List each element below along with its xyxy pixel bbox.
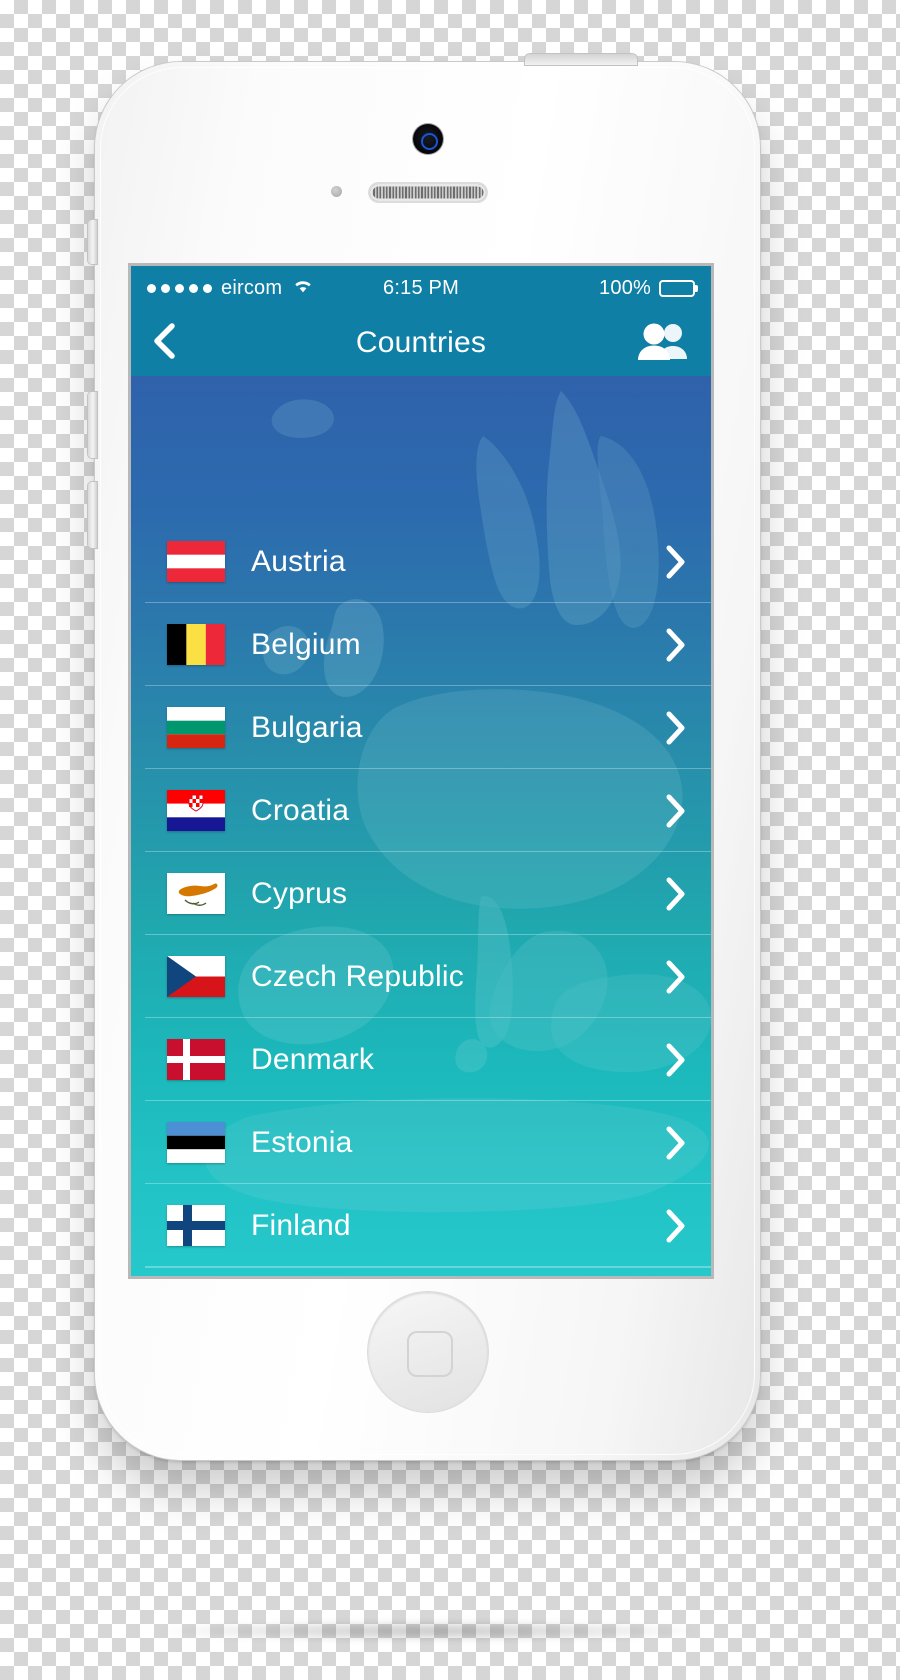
chevron-right-icon[interactable] xyxy=(663,1042,689,1078)
flag-denmark xyxy=(167,1039,225,1080)
flag-cyprus xyxy=(167,873,225,914)
status-right-group: 100% xyxy=(599,276,698,300)
proximity-sensor-icon xyxy=(331,186,342,197)
people-icon xyxy=(637,321,691,366)
country-name: Finland xyxy=(251,1208,351,1242)
list-bottom-partial-row xyxy=(131,1267,711,1276)
device-drop-shadow xyxy=(150,1620,710,1642)
flag-finland xyxy=(167,1205,225,1246)
screenshot-canvas: eircom 6:15 PM 100% Countries Austria Be… xyxy=(0,0,900,1680)
power-button[interactable] xyxy=(525,54,637,65)
chevron-right-icon[interactable] xyxy=(663,627,689,663)
battery-icon xyxy=(659,279,698,297)
list-item[interactable]: Czech Republic xyxy=(131,935,711,1018)
earpiece-speaker-icon xyxy=(369,184,486,201)
chevron-right-icon[interactable] xyxy=(663,959,689,995)
list-item[interactable]: Estonia xyxy=(131,1101,711,1184)
flag-czech-republic xyxy=(167,956,225,997)
volume-up-button[interactable] xyxy=(88,392,97,458)
chevron-right-icon[interactable] xyxy=(663,793,689,829)
country-name: Bulgaria xyxy=(251,710,363,744)
flag-austria xyxy=(167,541,225,582)
phone-screen: eircom 6:15 PM 100% Countries Austria Be… xyxy=(131,266,711,1276)
country-name: Estonia xyxy=(251,1125,353,1159)
country-name: Croatia xyxy=(251,793,350,827)
people-button[interactable] xyxy=(637,321,691,366)
chevron-right-icon[interactable] xyxy=(663,544,689,580)
country-name: Czech Republic xyxy=(251,959,464,993)
signal-strength-icon xyxy=(147,283,212,293)
volume-down-button[interactable] xyxy=(88,482,97,548)
list-item[interactable]: Finland xyxy=(131,1184,711,1267)
home-button[interactable] xyxy=(367,1292,488,1412)
battery-percent-label: 100% xyxy=(599,276,651,299)
country-list[interactable]: Austria Belgium Bulgaria Croatia Cyprus … xyxy=(131,376,711,1276)
silent-switch-button[interactable] xyxy=(88,220,97,264)
flag-croatia xyxy=(167,790,225,831)
list-item[interactable]: Bulgaria xyxy=(131,686,711,769)
list-item[interactable]: Denmark xyxy=(131,1018,711,1101)
country-name: Denmark xyxy=(251,1042,375,1076)
carrier-label: eircom xyxy=(221,276,283,299)
list-item[interactable]: Cyprus xyxy=(131,852,711,935)
country-name: Cyprus xyxy=(251,876,348,910)
chevron-right-icon[interactable] xyxy=(663,1125,689,1161)
country-name: Austria xyxy=(251,544,346,578)
chevron-right-icon[interactable] xyxy=(663,1208,689,1244)
camera-icon xyxy=(412,124,443,154)
chevron-left-icon xyxy=(151,321,177,366)
chevron-right-icon[interactable] xyxy=(663,710,689,746)
flag-bulgaria xyxy=(167,707,225,748)
flag-estonia xyxy=(167,1122,225,1163)
page-title: Countries xyxy=(355,326,487,359)
wifi-icon xyxy=(291,276,315,300)
list-top-spacer xyxy=(131,376,711,520)
flag-belgium xyxy=(167,624,225,665)
chevron-right-icon[interactable] xyxy=(663,876,689,912)
status-bar: eircom 6:15 PM 100% xyxy=(131,266,711,310)
list-item[interactable]: Austria xyxy=(131,520,711,603)
list-item[interactable]: Croatia xyxy=(131,769,711,852)
phone-device: eircom 6:15 PM 100% Countries Austria Be… xyxy=(88,54,760,1460)
navigation-bar: Countries xyxy=(131,310,711,376)
list-item[interactable]: Belgium xyxy=(131,603,711,686)
country-list-area: Austria Belgium Bulgaria Croatia Cyprus … xyxy=(131,376,711,1276)
country-name: Belgium xyxy=(251,627,361,661)
back-button[interactable] xyxy=(151,321,191,365)
